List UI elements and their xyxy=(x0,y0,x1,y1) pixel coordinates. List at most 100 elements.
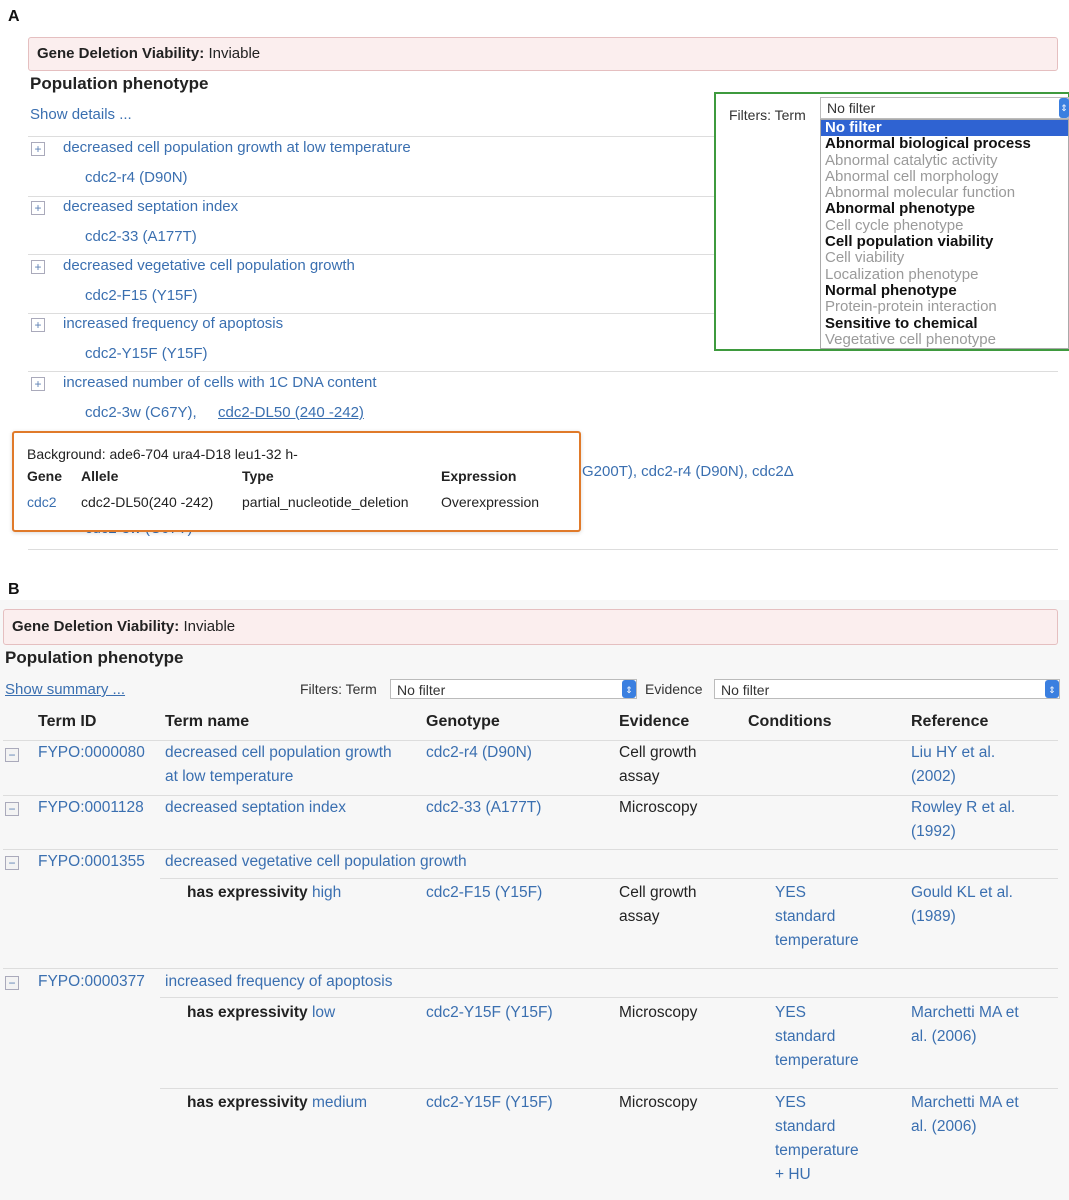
evidence: Microscopy xyxy=(619,1004,698,1021)
filter-option[interactable]: No filter xyxy=(821,120,1068,137)
expressivity-value[interactable]: high xyxy=(312,884,341,901)
term-link[interactable]: decreased vegetative cell population gro… xyxy=(63,257,355,274)
term-link[interactable]: decreased septation index xyxy=(63,198,238,215)
filter-option[interactable]: Abnormal catalytic activity xyxy=(821,153,1068,169)
condition[interactable]: YES xyxy=(775,1091,806,1115)
genotype-link[interactable]: cdc2-Y15F (Y15F) xyxy=(426,1091,553,1115)
collapse-icon[interactable]: − xyxy=(5,748,19,762)
col-header-evidence[interactable]: Evidence xyxy=(619,713,689,731)
panel-b-label: B xyxy=(8,581,20,598)
expressivity: has expressivity medium xyxy=(187,1094,367,1112)
reference-link[interactable]: Marchetti MA et xyxy=(911,1001,1019,1025)
genotype-links-partial[interactable]: G200T), cdc2-r4 (D90N), cdc2Δ xyxy=(582,463,794,480)
condition[interactable]: standard xyxy=(775,1115,835,1139)
show-summary-link[interactable]: Show summary ... xyxy=(5,681,125,698)
filter-option[interactable]: Localization phenotype xyxy=(821,267,1068,283)
show-details-link[interactable]: Show details ... xyxy=(30,106,132,123)
genotype-link[interactable]: cdc2-r4 (D90N) xyxy=(426,741,532,765)
genotype-link[interactable]: cdc2-33 (A177T) xyxy=(85,228,197,245)
viability-label: Gene Deletion Viability: xyxy=(37,45,205,62)
reference-link-cont[interactable]: (1989) xyxy=(911,905,956,929)
condition[interactable]: standard xyxy=(775,1025,835,1049)
expand-icon[interactable]: + xyxy=(31,260,45,274)
filter-option[interactable]: Cell population viability xyxy=(821,234,1068,250)
condition[interactable]: standard xyxy=(775,905,835,929)
genotype-link[interactable]: cdc2-Y15F (Y15F) xyxy=(85,345,208,362)
condition[interactable]: YES xyxy=(775,1001,806,1025)
term-id-link[interactable]: FYPO:0000080 xyxy=(38,741,145,765)
collapse-icon[interactable]: − xyxy=(5,802,19,816)
genotype-link[interactable]: cdc2-Y15F (Y15F) xyxy=(426,1001,553,1025)
evidence-filter-select[interactable]: No filter ⇕ xyxy=(714,679,1060,699)
genotype-link[interactable]: cdc2-3w (C67Y), xyxy=(85,404,197,421)
term-filter-select[interactable]: No filter ⇕ xyxy=(820,97,1069,119)
genotype-link[interactable]: cdc2-F15 (Y15F) xyxy=(85,287,198,304)
filter-option[interactable]: Cell viability xyxy=(821,250,1068,266)
term-link[interactable]: increased frequency of apoptosis xyxy=(63,315,283,332)
term-name-link[interactable]: increased frequency of apoptosis xyxy=(165,970,392,994)
term-link[interactable]: decreased cell population growth at low … xyxy=(63,139,411,156)
filter-option[interactable]: Normal phenotype xyxy=(821,283,1068,299)
expressivity-value[interactable]: medium xyxy=(312,1094,367,1111)
term-id-link[interactable]: FYPO:0000377 xyxy=(38,970,145,994)
col-header-reference[interactable]: Reference xyxy=(911,713,988,731)
col-header-genotype[interactable]: Genotype xyxy=(426,713,500,731)
condition[interactable]: temperature xyxy=(775,1049,859,1073)
reference-link-cont[interactable]: al. (2006) xyxy=(911,1025,976,1049)
term-filter-select-b[interactable]: No filter ⇕ xyxy=(390,679,637,699)
filter-option[interactable]: Abnormal cell morphology xyxy=(821,169,1068,185)
genotype-tooltip: Background: ade6-704 ura4-D18 leu1-32 h-… xyxy=(12,431,581,532)
reference-link[interactable]: Liu HY et al. xyxy=(911,741,995,765)
genotype-link[interactable]: cdc2-33 (A177T) xyxy=(426,796,541,820)
filter-option[interactable]: Cell cycle phenotype xyxy=(821,218,1068,234)
reference-link[interactable]: Marchetti MA et xyxy=(911,1091,1019,1115)
tooltip-gene-link[interactable]: cdc2 xyxy=(27,494,57,510)
condition[interactable]: temperature xyxy=(775,1139,859,1163)
filter-option[interactable]: Vegetative cell phenotype xyxy=(821,332,1068,348)
expressivity: has expressivity high xyxy=(187,884,341,902)
filter-option[interactable]: Abnormal biological process xyxy=(821,136,1068,152)
reference-link[interactable]: Rowley R et al. xyxy=(911,796,1015,820)
reference-link-cont[interactable]: al. (2006) xyxy=(911,1115,976,1139)
expressivity-label: has expressivity xyxy=(187,1004,308,1021)
collapse-icon[interactable]: − xyxy=(5,976,19,990)
expand-icon[interactable]: + xyxy=(31,142,45,156)
term-link[interactable]: increased number of cells with 1C DNA co… xyxy=(63,374,376,391)
term-filter-dropdown[interactable]: No filter Abnormal biological process Abno… xyxy=(820,119,1069,349)
evidence-label: Evidence xyxy=(645,681,703,697)
reference-link[interactable]: Gould KL et al. xyxy=(911,881,1013,905)
filter-option[interactable]: Abnormal molecular function xyxy=(821,185,1068,201)
expressivity-value[interactable]: low xyxy=(312,1004,335,1021)
filter-option[interactable]: Sensitive to chemical xyxy=(821,316,1068,332)
term-name-link[interactable]: decreased cell population growth xyxy=(165,741,392,765)
condition[interactable]: temperature xyxy=(775,929,859,953)
collapse-icon[interactable]: − xyxy=(5,856,19,870)
condition[interactable]: YES xyxy=(775,881,806,905)
term-name-link-cont[interactable]: at low temperature xyxy=(165,765,293,789)
evidence: Cell growth xyxy=(619,744,697,761)
expand-icon[interactable]: + xyxy=(31,377,45,391)
expand-icon[interactable]: + xyxy=(31,318,45,332)
tooltip-background: Background: ade6-704 ura4-D18 leu1-32 h- xyxy=(27,446,298,462)
filter-option[interactable]: Protein-protein interaction xyxy=(821,299,1068,315)
genotype-link[interactable]: cdc2-F15 (Y15F) xyxy=(426,881,542,905)
genotype-link-hovered[interactable]: cdc2-DL50 (240 -242) xyxy=(218,404,364,421)
reference-link-cont[interactable]: (2002) xyxy=(911,765,956,789)
reference-link-cont[interactable]: (1992) xyxy=(911,820,956,844)
col-header-term-name[interactable]: Term name xyxy=(165,713,249,731)
expand-icon[interactable]: + xyxy=(31,201,45,215)
expressivity: has expressivity low xyxy=(187,1004,335,1022)
term-id-link[interactable]: FYPO:0001128 xyxy=(38,796,144,820)
term-filter-value-b: No filter xyxy=(397,682,446,698)
term-id-link[interactable]: FYPO:0001355 xyxy=(38,850,145,874)
col-header-conditions[interactable]: Conditions xyxy=(748,713,832,731)
term-name-link[interactable]: decreased vegetative cell population gro… xyxy=(165,850,467,874)
select-arrow-icon: ⇕ xyxy=(1045,680,1059,698)
col-header-term-id[interactable]: Term ID xyxy=(38,713,96,731)
expressivity-label: has expressivity xyxy=(187,884,308,901)
genotype-link[interactable]: cdc2-r4 (D90N) xyxy=(85,169,188,186)
term-name-link[interactable]: decreased septation index xyxy=(165,796,346,820)
evidence-cont: assay xyxy=(619,768,660,785)
filter-option[interactable]: Abnormal phenotype xyxy=(821,201,1068,217)
condition[interactable]: + HU xyxy=(775,1163,811,1187)
